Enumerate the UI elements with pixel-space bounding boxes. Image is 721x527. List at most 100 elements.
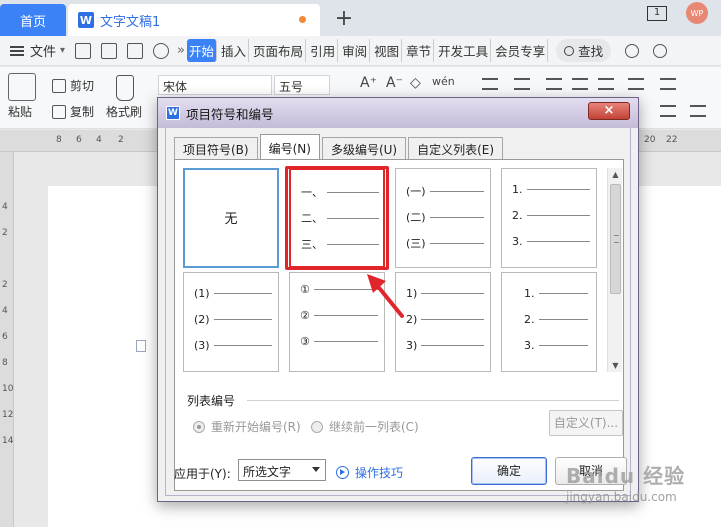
style-arabic-dot[interactable]: 1. 2. 3. bbox=[501, 168, 597, 268]
paste-label[interactable]: 粘贴 bbox=[8, 103, 32, 120]
clear-format-icon[interactable]: ◇ bbox=[410, 75, 421, 91]
cloud-icon[interactable] bbox=[625, 43, 640, 58]
list-item: 2) bbox=[406, 313, 484, 326]
tab-section[interactable]: 章节 bbox=[404, 39, 435, 62]
ruler-tick: 6 bbox=[2, 332, 8, 342]
list-marker: 3. bbox=[512, 235, 523, 248]
list-marker: (一) bbox=[406, 185, 426, 198]
scroll-up-icon[interactable]: ▲ bbox=[608, 170, 623, 179]
borders-icon[interactable] bbox=[690, 105, 706, 117]
tab-custom-list[interactable]: 自定义列表(E) bbox=[408, 137, 504, 159]
watermark-url: jingyan.baidu.com bbox=[566, 490, 677, 504]
copy-label: 复制 bbox=[70, 105, 95, 119]
scroll-thumb[interactable] bbox=[610, 184, 621, 294]
shading-icon[interactable] bbox=[660, 105, 676, 117]
hamburger-icon[interactable] bbox=[10, 45, 24, 56]
more-menu-button[interactable]: » bbox=[177, 43, 185, 58]
paste-icon[interactable] bbox=[8, 73, 36, 101]
increase-indent-icon[interactable] bbox=[572, 78, 588, 90]
window-count-badge[interactable]: 1 bbox=[647, 6, 667, 21]
customize-button[interactable]: 自定义(T)... bbox=[549, 410, 623, 436]
scroll-down-icon[interactable]: ▼ bbox=[608, 361, 623, 370]
tab-document-label: 文字文稿1 bbox=[100, 14, 161, 30]
list-marker: ② bbox=[300, 309, 310, 322]
apply-to-select[interactable]: 所选文字 bbox=[238, 459, 326, 481]
tab-review[interactable]: 审阅 bbox=[340, 39, 371, 62]
tips-link[interactable]: 操作技巧 bbox=[336, 464, 403, 481]
format-painter-icon[interactable] bbox=[116, 75, 134, 101]
tab-document[interactable]: W 文字文稿1 bbox=[68, 4, 320, 36]
list-item: (2) bbox=[194, 313, 272, 326]
print-icon[interactable] bbox=[127, 42, 144, 59]
font-select[interactable]: 宋体 bbox=[158, 75, 272, 95]
paragraph-mark-icon bbox=[136, 340, 146, 352]
pinyin-guide-icon[interactable]: wén bbox=[432, 75, 455, 88]
tab-references[interactable]: 引用 bbox=[308, 39, 339, 62]
apply-to-label: 应用于(Y): bbox=[174, 467, 231, 481]
restart-numbering-option[interactable]: 重新开始编号(R) bbox=[193, 418, 301, 435]
style-arabic-dot-indented[interactable]: 1. 2. 3. bbox=[501, 272, 597, 372]
shrink-font-icon[interactable]: A⁻ bbox=[386, 75, 403, 91]
numbered-list-icon[interactable] bbox=[514, 78, 530, 90]
play-icon bbox=[336, 466, 349, 479]
tab-page-layout[interactable]: 页面布局 bbox=[251, 39, 307, 62]
list-item: 2. bbox=[524, 313, 588, 326]
tab-view[interactable]: 视图 bbox=[372, 39, 403, 62]
ruler-tick: 8 bbox=[56, 135, 62, 145]
style-none[interactable]: 无 bbox=[183, 168, 279, 268]
restart-numbering-label: 重新开始编号(R) bbox=[211, 420, 301, 434]
writer-app-icon: W bbox=[166, 106, 180, 120]
share-icon[interactable] bbox=[653, 43, 668, 58]
menu-file[interactable]: 文件 bbox=[30, 41, 56, 60]
tab-home-ribbon[interactable]: 开始 bbox=[187, 39, 218, 62]
apply-to-value: 所选文字 bbox=[243, 465, 292, 479]
text-direction-icon[interactable] bbox=[598, 78, 614, 90]
show-marks-icon[interactable] bbox=[660, 78, 676, 90]
tab-home[interactable]: 首页 bbox=[0, 4, 66, 36]
dialog-titlebar[interactable]: W 项目符号和编号 × bbox=[158, 98, 638, 128]
format-painter-label[interactable]: 格式刷 bbox=[106, 103, 142, 120]
tab-bullets[interactable]: 项目符号(B) bbox=[174, 137, 258, 159]
list-item: 1) bbox=[406, 287, 484, 300]
ok-button[interactable]: 确定 bbox=[471, 457, 547, 485]
style-chinese-parenthesized[interactable]: (一) (二) (三) bbox=[395, 168, 491, 268]
avatar[interactable]: WP bbox=[686, 2, 708, 24]
continue-list-option[interactable]: 继续前一列表(C) bbox=[311, 418, 419, 435]
chevron-down-icon[interactable]: ▾ bbox=[60, 45, 65, 56]
cut-label: 剪切 bbox=[70, 79, 95, 93]
bullet-list-icon[interactable] bbox=[482, 78, 498, 90]
tab-developer[interactable]: 开发工具 bbox=[436, 39, 492, 62]
list-item: 3. bbox=[524, 339, 588, 352]
copy-button[interactable]: 复制 bbox=[52, 103, 94, 120]
close-button[interactable]: × bbox=[588, 102, 630, 120]
tab-multilevel[interactable]: 多级编号(U) bbox=[321, 137, 407, 159]
list-item: (一) bbox=[406, 183, 484, 199]
tab-bar: 首页 W 文字文稿1 + 1 WP bbox=[0, 0, 721, 36]
list-item: 3. bbox=[512, 235, 590, 248]
print-preview-icon[interactable] bbox=[153, 42, 170, 59]
new-tab-button[interactable]: + bbox=[332, 6, 356, 31]
ruler-tick: 2 bbox=[2, 280, 8, 290]
grow-font-icon[interactable]: A⁺ bbox=[360, 75, 377, 91]
save-icon[interactable] bbox=[75, 42, 92, 59]
ruler-tick: 12 bbox=[2, 410, 14, 420]
font-size-select[interactable]: 五号 bbox=[274, 75, 330, 95]
list-marker: ③ bbox=[300, 335, 310, 348]
style-arabic-parenthesized[interactable]: (1) (2) (3) bbox=[183, 272, 279, 372]
sort-icon[interactable] bbox=[628, 78, 644, 90]
tab-numbering[interactable]: 编号(N) bbox=[259, 134, 320, 159]
search-button[interactable]: 查找 bbox=[556, 39, 612, 62]
ruler-tick: 6 bbox=[76, 135, 82, 145]
style-grid-scrollbar[interactable]: ▲ ▼ bbox=[607, 168, 622, 372]
undo-icon[interactable] bbox=[101, 42, 118, 59]
decrease-indent-icon[interactable] bbox=[546, 78, 562, 90]
tab-member[interactable]: 会员专享 bbox=[493, 39, 549, 62]
tab-insert[interactable]: 插入 bbox=[219, 39, 250, 62]
ruler-tick: 4 bbox=[2, 202, 8, 212]
style-arabic-paren-right[interactable]: 1) 2) 3) bbox=[395, 272, 491, 372]
cut-button[interactable]: 剪切 bbox=[52, 77, 94, 94]
section-divider bbox=[247, 400, 619, 401]
ruler-tick: 8 bbox=[2, 358, 8, 368]
list-numbering-heading: 列表编号 bbox=[187, 394, 236, 408]
ruler-tick: 4 bbox=[96, 135, 102, 145]
